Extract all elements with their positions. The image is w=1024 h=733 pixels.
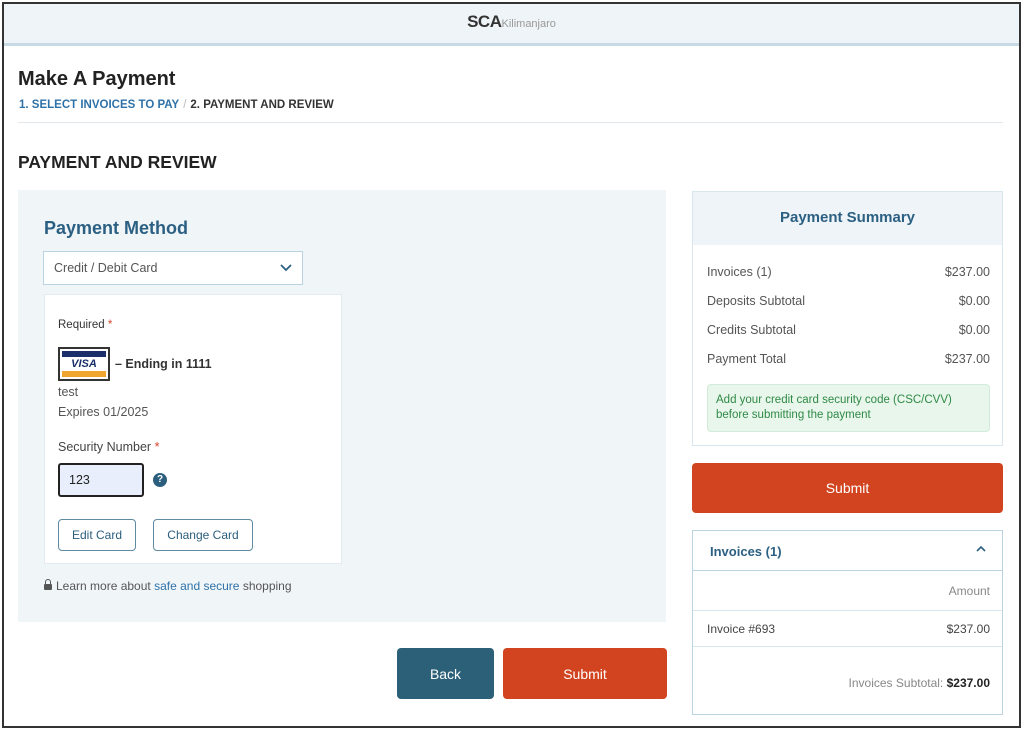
card-details: Required * VISA – Ending in 1111 test Ex… [44, 294, 342, 564]
secure-shopping-note: Learn more about safe and secure shoppin… [44, 579, 292, 593]
invoice-amount: $237.00 [946, 622, 990, 636]
secure-shopping-link[interactable]: safe and secure [154, 579, 239, 593]
back-button[interactable]: Back [397, 648, 494, 699]
change-card-button[interactable]: Change Card [153, 519, 253, 551]
edit-card-button[interactable]: Edit Card [58, 519, 136, 551]
visa-card-icon: VISA [58, 347, 110, 381]
summary-submit-button[interactable]: Submit [692, 463, 1003, 513]
browser-frame: SCAKilimanjaro Make A Payment 1. SELECT … [2, 2, 1021, 728]
summary-row-invoices: Invoices (1) $237.00 [707, 265, 990, 279]
help-icon[interactable]: ? [153, 473, 167, 487]
invoice-name: Invoice #693 [707, 622, 776, 636]
invoices-panel: Invoices (1) Amount Invoice #693 $237.00… [692, 530, 1003, 715]
required-label: Required * [58, 319, 113, 331]
summary-row-total: Payment Total $237.00 [707, 352, 990, 366]
payment-method-selected: Credit / Debit Card [54, 261, 158, 275]
breadcrumb: 1. SELECT INVOICES TO PAY /2. PAYMENT AND… [19, 99, 334, 111]
summary-row-deposits: Deposits Subtotal $0.00 [707, 294, 990, 308]
top-header: SCAKilimanjaro [4, 4, 1019, 46]
chevron-down-icon [280, 252, 292, 296]
summary-row-credits: Credits Subtotal $0.00 [707, 323, 990, 337]
submit-button[interactable]: Submit [503, 648, 667, 699]
breadcrumb-step-2: 2. PAYMENT AND REVIEW [190, 99, 334, 111]
brand-logo: SCA [467, 12, 502, 31]
security-number-input[interactable] [58, 463, 144, 497]
security-number-label: Security Number * [58, 440, 160, 454]
payment-summary-title: Payment Summary [693, 192, 1002, 245]
card-ending: – Ending in 1111 [115, 357, 212, 371]
invoices-title: Invoices (1) [710, 544, 782, 559]
chevron-up-icon[interactable] [976, 542, 986, 559]
lock-icon [44, 579, 52, 590]
card-holder: test [58, 385, 79, 399]
payment-method-select[interactable]: Credit / Debit Card [43, 251, 303, 285]
card-expiry: Expires 01/2025 [58, 405, 149, 419]
amount-column-header: Amount [693, 571, 1002, 611]
cvv-notice: Add your credit card security code (CSC/… [707, 384, 990, 432]
divider [18, 122, 1003, 123]
section-title: PAYMENT AND REVIEW [18, 152, 217, 172]
payment-method-panel: Payment Method Credit / Debit Card Requi… [18, 190, 666, 622]
payment-summary: Payment Summary Invoices (1) $237.00 Depo… [692, 191, 1003, 446]
payment-method-title: Payment Method [44, 218, 189, 238]
breadcrumb-step-1[interactable]: 1. SELECT INVOICES TO PAY [19, 99, 179, 111]
page-title: Make A Payment [18, 68, 176, 90]
invoices-header[interactable]: Invoices (1) [693, 531, 1002, 571]
invoice-row: Invoice #693 $237.00 [693, 611, 1002, 647]
invoices-subtotal: Invoices Subtotal: $237.00 [848, 676, 990, 690]
brand-subtitle: Kilimanjaro [501, 18, 556, 30]
breadcrumb-separator: / [183, 99, 187, 111]
